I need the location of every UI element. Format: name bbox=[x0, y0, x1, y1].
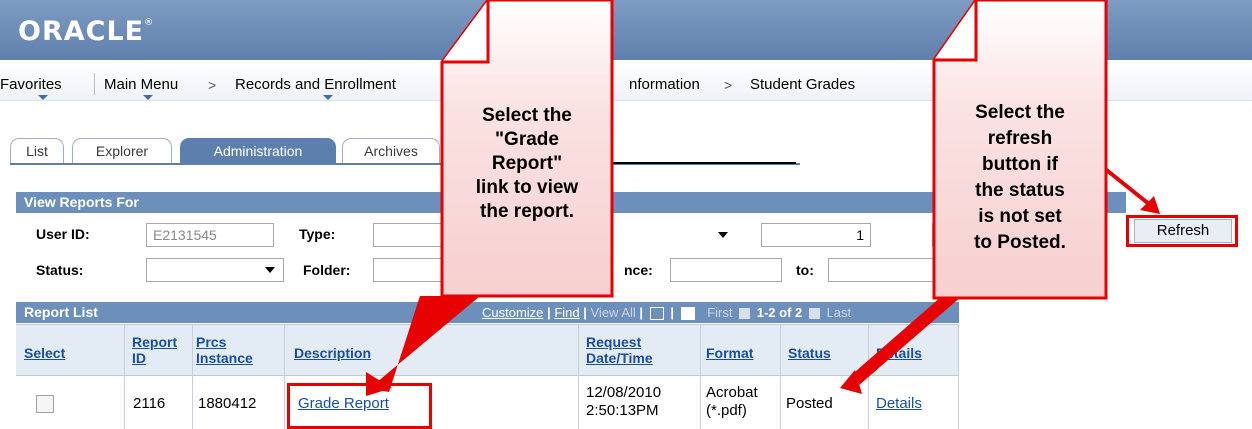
right-callout-text: Select the refresh button if the status … bbox=[974, 102, 1066, 253]
pointer-arrow-icon bbox=[848, 296, 962, 386]
left-callout-text: Select the "Grade Report" link to view t… bbox=[475, 105, 579, 222]
pointer-arrow-icon bbox=[1102, 166, 1156, 210]
pointer-arrow-icon bbox=[370, 296, 480, 392]
